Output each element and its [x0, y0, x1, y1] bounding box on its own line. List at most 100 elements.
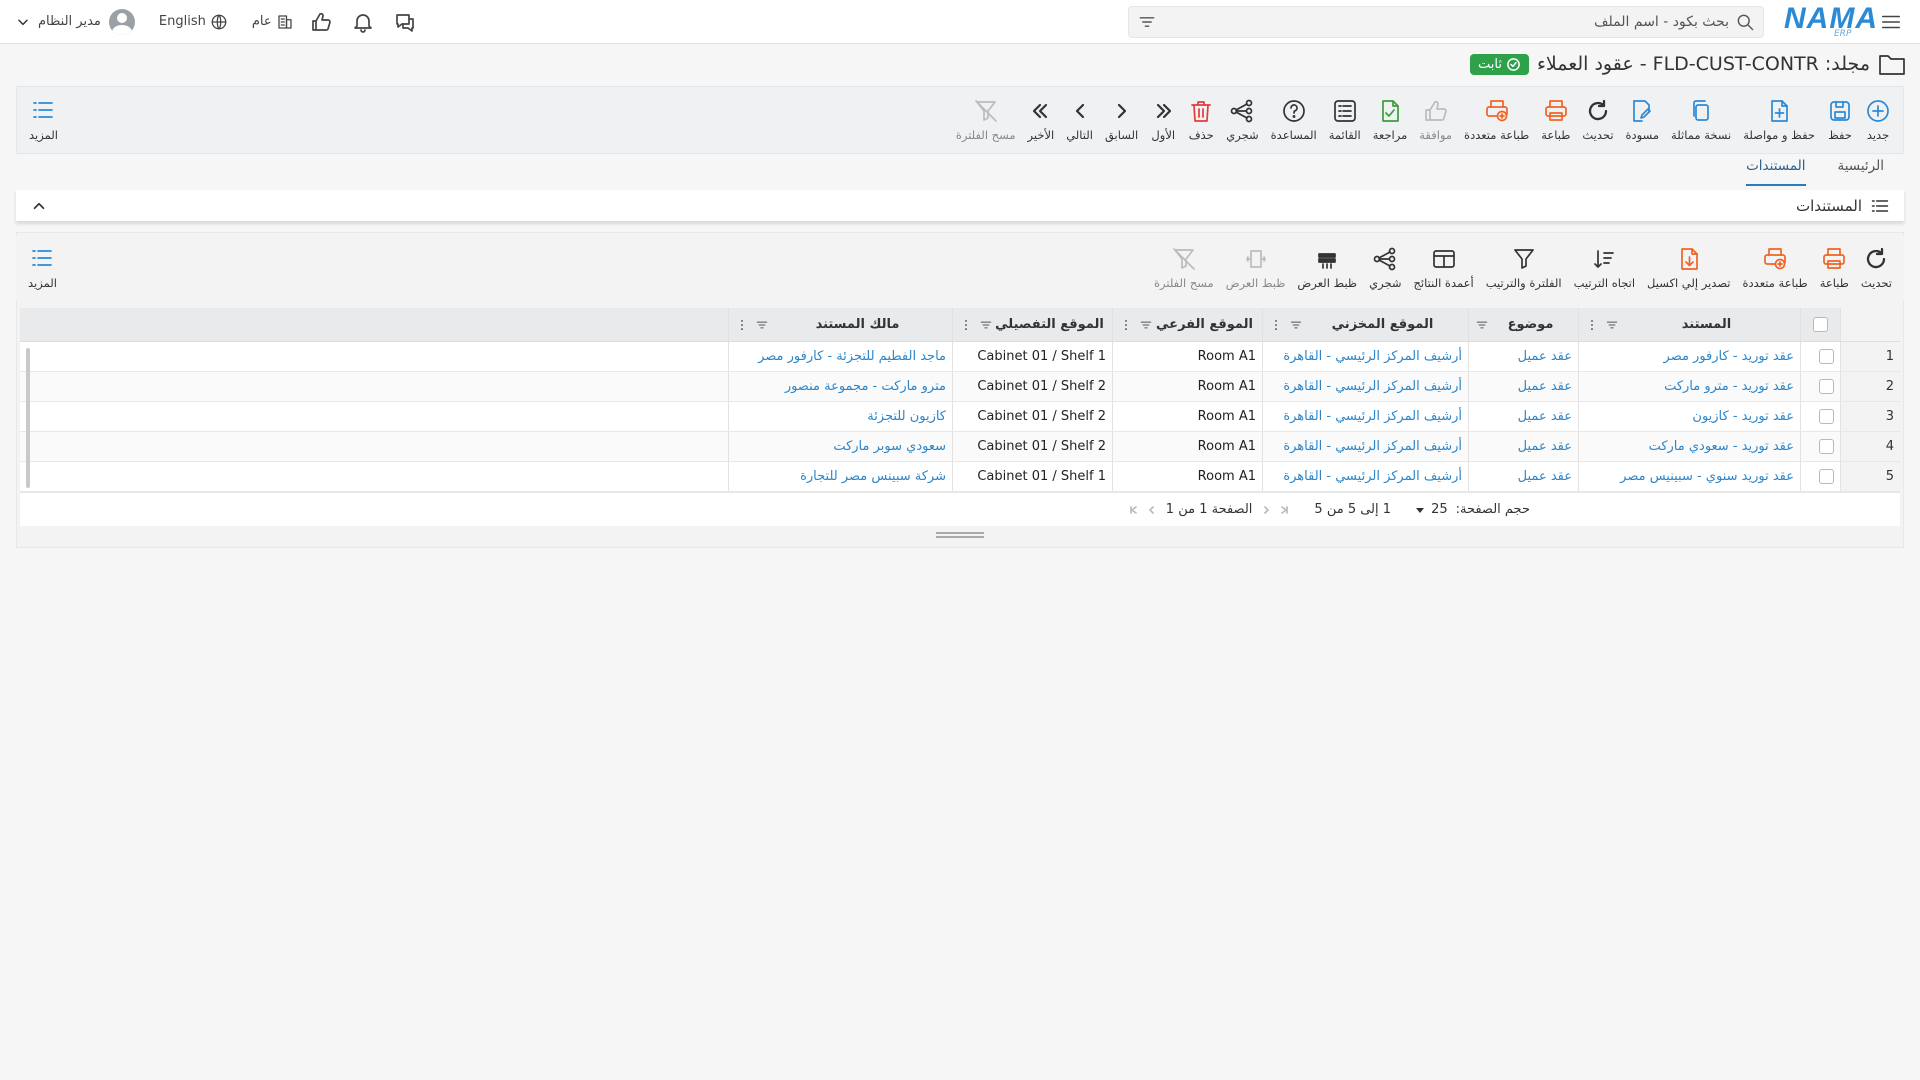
sort-direction-button[interactable]: اتجاه الترتيب [1568, 246, 1641, 290]
page-size-select[interactable]: 25 [1415, 502, 1448, 517]
row-checkbox[interactable] [1819, 379, 1834, 394]
row-checkbox[interactable] [1819, 439, 1834, 454]
thumbs-up-icon[interactable] [306, 7, 336, 37]
header-sub-location[interactable]: الموقع الفرعي [1112, 308, 1262, 341]
review-button[interactable]: مراجعة [1367, 98, 1414, 142]
select-all-checkbox[interactable] [1813, 317, 1828, 332]
document-link[interactable]: عقد توريد - كازيون [1578, 402, 1800, 431]
tree-button[interactable]: شجري [1220, 98, 1264, 142]
table-row[interactable]: 3 عقد توريد - كازيون عقد عميل أرشيف المر… [20, 402, 1900, 432]
more-button[interactable]: المزيد [23, 98, 64, 142]
filter-sort-button[interactable]: الفلترة والترتيب [1480, 246, 1568, 290]
grid-tree-button[interactable]: شجري [1363, 246, 1407, 290]
menu-icon[interactable] [1878, 9, 1904, 35]
approve-button[interactable]: موافقة [1413, 98, 1458, 142]
subject-link[interactable]: عقد عميل [1468, 462, 1578, 491]
owner-link[interactable]: سعودي سوبر ماركت [728, 432, 952, 461]
language-selector[interactable]: English [159, 13, 228, 31]
table-row[interactable]: 2 عقد توريد - مترو ماركت عقد عميل أرشيف … [20, 372, 1900, 402]
print-button[interactable]: طباعة [1535, 98, 1576, 142]
grid-clear-filter-button[interactable]: مسح الفلترة [1148, 246, 1220, 290]
column-menu-icon[interactable] [959, 318, 973, 332]
tab-main[interactable]: الرئيسية [1838, 158, 1885, 186]
table-row[interactable]: 5 عقد توريد سنوي - سبينيس مصر عقد عميل أ… [20, 462, 1900, 492]
duplicate-button[interactable]: نسخة مماثلة [1665, 98, 1737, 142]
save-button[interactable]: حفظ [1821, 98, 1859, 142]
header-document[interactable]: المستند [1578, 308, 1800, 341]
last-page-icon[interactable] [1128, 504, 1140, 516]
subject-link[interactable]: عقد عميل [1468, 342, 1578, 371]
column-filter-icon[interactable] [755, 318, 769, 332]
header-select-all[interactable] [1800, 308, 1840, 341]
clear-filter-button[interactable]: مسح الفلترة [950, 98, 1022, 142]
delete-button[interactable]: حذف [1182, 98, 1220, 142]
search-input[interactable] [1157, 13, 1735, 30]
last-button[interactable]: الأخير [1022, 98, 1061, 142]
bell-icon[interactable] [348, 7, 378, 37]
document-link[interactable]: عقد توريد - سعودي ماركت [1578, 432, 1800, 461]
owner-link[interactable]: مترو ماركت - مجموعة منصور [728, 372, 952, 401]
column-menu-icon[interactable] [1269, 318, 1283, 332]
result-columns-button[interactable]: أعمدة النتائج [1408, 246, 1480, 290]
grid-multi-print-button[interactable]: طباعة متعددة [1737, 246, 1814, 290]
export-excel-button[interactable]: تصدير إلي اكسيل [1641, 246, 1736, 290]
chat-icon[interactable] [390, 7, 420, 37]
document-link[interactable]: عقد توريد سنوي - سبينيس مصر [1578, 462, 1800, 491]
subject-link[interactable]: عقد عميل [1468, 402, 1578, 431]
owner-link[interactable]: ماجد الفطيم للتجزئة - كارفور مصر [728, 342, 952, 371]
subject-link[interactable]: عقد عميل [1468, 432, 1578, 461]
user-menu[interactable]: مدير النظام [16, 8, 135, 35]
vertical-scrollbar[interactable] [26, 348, 30, 488]
header-owner[interactable]: مالك المستند [728, 308, 952, 341]
row-checkbox[interactable] [1819, 409, 1834, 424]
location-link[interactable]: أرشيف المركز الرئيسي - القاهرة [1262, 432, 1468, 461]
nama-logo[interactable]: NAMA ERP [1782, 2, 1877, 39]
prev-page-icon[interactable] [1260, 504, 1272, 516]
save-continue-button[interactable]: حفظ و مواصلة [1737, 98, 1821, 142]
fit-columns-button[interactable]: ظبط العرض [1220, 246, 1292, 290]
location-link[interactable]: أرشيف المركز الرئيسي - القاهرة [1262, 372, 1468, 401]
row-checkbox[interactable] [1819, 469, 1834, 484]
draft-button[interactable]: مسودة [1620, 98, 1666, 142]
filter-lines-icon[interactable] [1137, 12, 1157, 32]
header-storage-location[interactable]: الموقع المخزني [1262, 308, 1468, 341]
table-row[interactable]: 1 عقد توريد - كارفور مصر عقد عميل أرشيف … [20, 342, 1900, 372]
previous-button[interactable]: السابق [1099, 98, 1144, 142]
location-link[interactable]: أرشيف المركز الرئيسي - القاهرة [1262, 402, 1468, 431]
header-subject[interactable]: موضوع [1468, 308, 1578, 341]
help-button[interactable]: المساعدة [1265, 98, 1323, 142]
scope-selector[interactable]: عام [252, 13, 294, 31]
owner-link[interactable]: شركة سبينس مصر للتجارة [728, 462, 952, 491]
grid-print-button[interactable]: طباعة [1814, 246, 1855, 290]
new-button[interactable]: جديد [1859, 98, 1897, 142]
multi-print-button[interactable]: طباعة متعددة [1458, 98, 1535, 142]
row-checkbox[interactable] [1819, 349, 1834, 364]
column-filter-icon[interactable] [979, 318, 993, 332]
location-link[interactable]: أرشيف المركز الرئيسي - القاهرة [1262, 462, 1468, 491]
first-page-icon[interactable] [1278, 504, 1290, 516]
location-link[interactable]: أرشيف المركز الرئيسي - القاهرة [1262, 342, 1468, 371]
first-button[interactable]: الأول [1144, 98, 1182, 142]
fit-width-button[interactable]: ظبط العرض [1291, 246, 1363, 290]
column-filter-icon[interactable] [1605, 318, 1619, 332]
grid-more-button[interactable]: المزيد [22, 246, 63, 290]
refresh-button[interactable]: تحديث [1576, 98, 1619, 142]
resize-handle[interactable] [936, 532, 984, 538]
document-link[interactable]: عقد توريد - كارفور مصر [1578, 342, 1800, 371]
column-filter-icon[interactable] [1139, 318, 1153, 332]
owner-link[interactable]: كازيون للتجزئة [728, 402, 952, 431]
chevron-up-icon[interactable] [30, 197, 48, 215]
header-detail-location[interactable]: الموقع التفصيلي [952, 308, 1112, 341]
subject-link[interactable]: عقد عميل [1468, 372, 1578, 401]
column-filter-icon[interactable] [1475, 318, 1489, 332]
table-row[interactable]: 4 عقد توريد - سعودي ماركت عقد عميل أرشيف… [20, 432, 1900, 462]
column-menu-icon[interactable] [1119, 318, 1133, 332]
next-button[interactable]: التالي [1060, 98, 1099, 142]
column-menu-icon[interactable] [1585, 318, 1599, 332]
search-icon[interactable] [1735, 12, 1755, 32]
next-page-icon[interactable] [1146, 504, 1158, 516]
tab-documents[interactable]: المستندات [1746, 158, 1806, 186]
list-button[interactable]: القائمة [1323, 98, 1367, 142]
column-filter-icon[interactable] [1289, 318, 1303, 332]
grid-refresh-button[interactable]: تحديث [1855, 246, 1898, 290]
